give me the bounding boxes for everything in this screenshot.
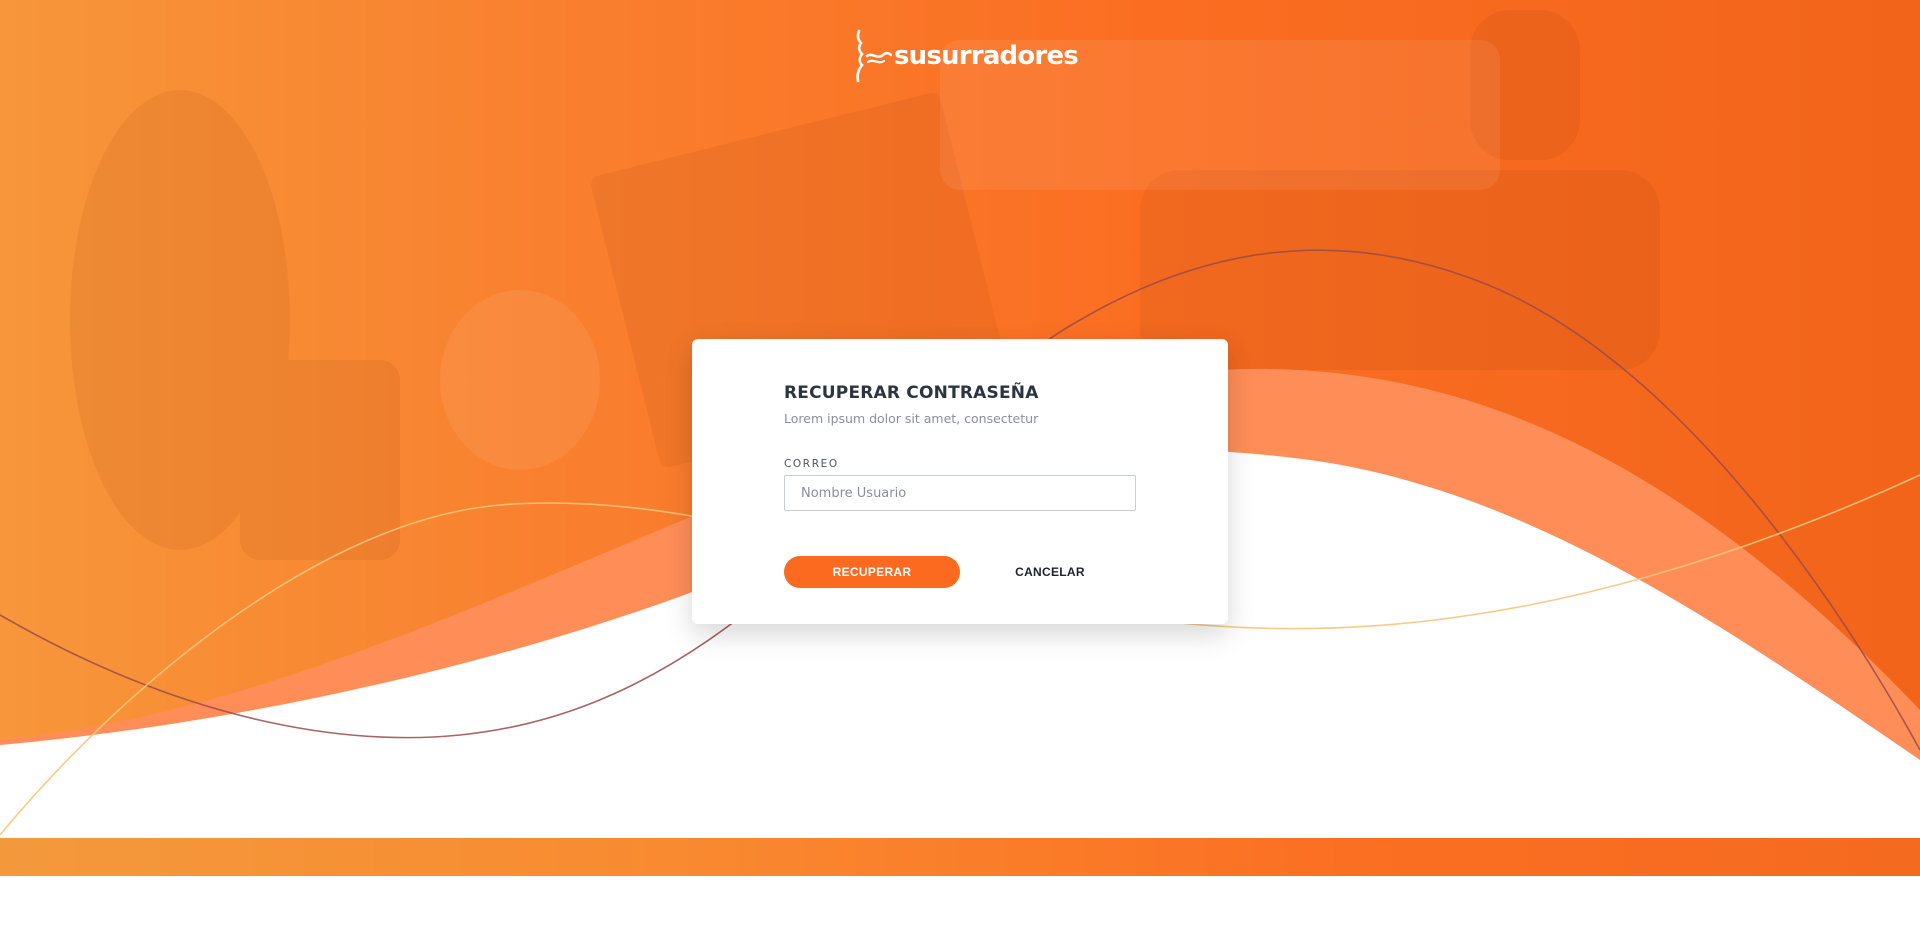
recover-password-card: RECUPERAR CONTRASEÑA Lorem ipsum dolor s… (692, 339, 1228, 624)
email-input[interactable] (784, 475, 1136, 511)
password-recovery-page: susurradores RECUPERAR CONTRASEÑA Lorem … (0, 0, 1920, 935)
email-label: CORREO (784, 458, 839, 470)
recover-button[interactable]: RECUPERAR (784, 556, 960, 588)
cancel-button[interactable]: CANCELAR (1000, 556, 1100, 588)
whisper-face-icon (856, 29, 892, 83)
brand-logo[interactable]: susurradores (852, 28, 1079, 84)
card-subtitle: Lorem ipsum dolor sit amet, consectetur (784, 411, 1039, 426)
card-title: RECUPERAR CONTRASEÑA (784, 383, 1039, 403)
footer-band (0, 838, 1920, 876)
brand-name: susurradores (894, 41, 1079, 71)
